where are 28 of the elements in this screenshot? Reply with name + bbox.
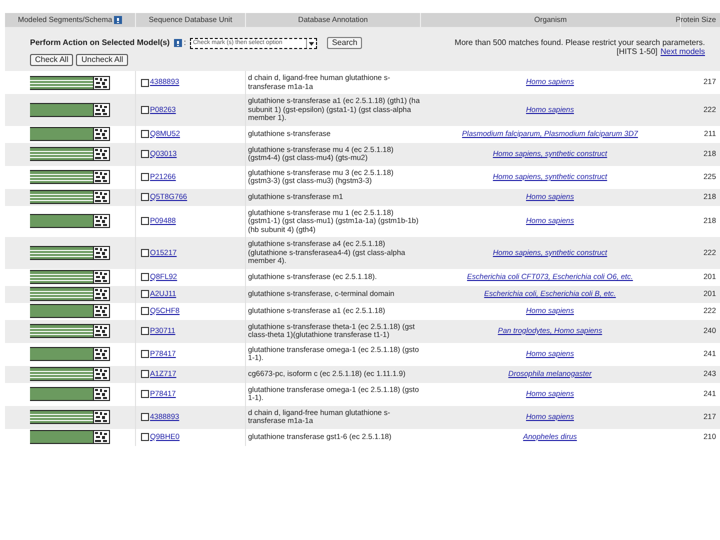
row-checkbox[interactable] (141, 413, 149, 421)
help-icon[interactable] (114, 16, 122, 24)
next-models-link[interactable]: Next models (660, 47, 705, 56)
row-checkbox[interactable] (141, 130, 149, 138)
uncheck-all-button[interactable]: Uncheck All (76, 54, 128, 66)
row-checkbox[interactable] (141, 173, 149, 181)
check-all-button[interactable]: Check All (30, 54, 74, 66)
dropdown-icon (306, 38, 316, 48)
row-checkbox[interactable] (141, 217, 149, 226)
row-checkbox[interactable] (141, 370, 149, 378)
help-icon[interactable] (174, 39, 182, 47)
row-checkbox[interactable] (141, 150, 149, 158)
search-button[interactable]: Search (326, 37, 362, 49)
row-checkbox[interactable] (141, 433, 149, 441)
row-checkbox[interactable] (141, 273, 149, 281)
results-message: More than 500 matches found. Please restrict your search parameters. (454, 38, 705, 47)
row-checkbox[interactable] (141, 290, 149, 298)
row-checkbox[interactable] (141, 248, 149, 257)
row-checkbox[interactable] (141, 78, 149, 86)
row-checkbox[interactable] (141, 106, 149, 114)
row-checkbox[interactable] (141, 390, 149, 398)
row-checkbox[interactable] (141, 350, 149, 358)
hits-range: [HITS 1-50] (616, 47, 658, 56)
row-checkbox[interactable] (141, 193, 149, 201)
action-label: Perform Action on Selected Model(s) (30, 37, 170, 49)
row-checkbox[interactable] (141, 307, 149, 315)
row-checkbox[interactable] (141, 327, 149, 335)
separator-text: : (184, 37, 186, 49)
